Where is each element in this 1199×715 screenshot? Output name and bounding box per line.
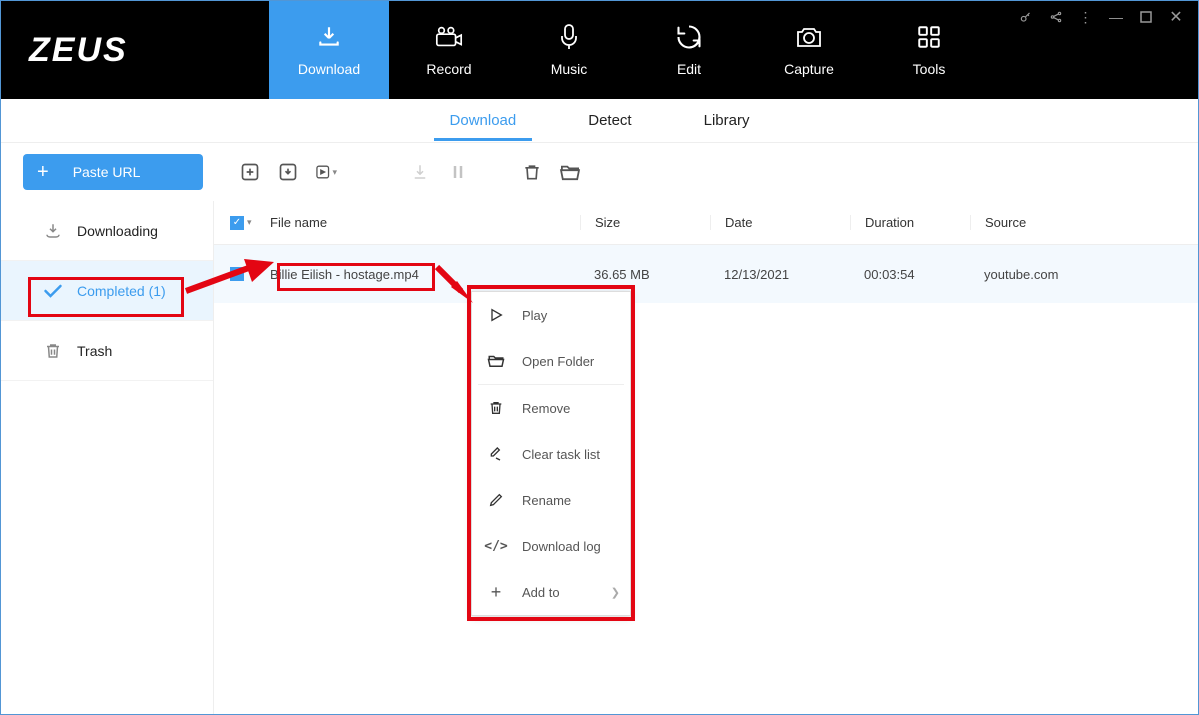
open-folder-icon[interactable] (559, 161, 581, 183)
sidebar-label: Trash (77, 343, 112, 359)
record-icon (434, 23, 464, 51)
table-row[interactable]: ✓ Billie Eilish - hostage.mp4 36.65 MB 1… (214, 245, 1198, 303)
add-icon: + (486, 582, 506, 603)
checkbox-checked-icon: ✓ (230, 267, 244, 281)
cell-size: 36.65 MB (580, 267, 710, 282)
nav-music[interactable]: Music (509, 1, 629, 99)
code-icon: </> (486, 539, 506, 554)
ctx-clear[interactable]: Clear task list (472, 431, 630, 477)
ctx-label: Add to (522, 585, 560, 600)
sub-tabs: Download Detect Library (1, 99, 1198, 143)
ctx-open-folder[interactable]: Open Folder (472, 338, 630, 384)
nav-edit[interactable]: Edit (629, 1, 749, 99)
col-source[interactable]: Source (970, 215, 1198, 230)
minimize-icon[interactable]: — (1108, 9, 1124, 25)
capture-icon (795, 23, 823, 51)
sidebar-downloading[interactable]: Downloading (1, 201, 213, 261)
tools-icon (916, 23, 942, 51)
col-filename[interactable]: File name (270, 215, 580, 230)
share-icon[interactable] (1048, 9, 1064, 25)
ctx-label: Rename (522, 493, 571, 508)
convert-icon[interactable]: ▾ (315, 161, 337, 183)
ctx-label: Download log (522, 539, 601, 554)
sidebar-trash[interactable]: Trash (1, 321, 213, 381)
start-icon[interactable] (409, 161, 431, 183)
sidebar-label: Downloading (77, 223, 158, 239)
remove-icon (486, 400, 506, 416)
window-controls: ⋮ — ✕ (1018, 9, 1184, 25)
more-icon[interactable]: ⋮ (1078, 9, 1094, 25)
close-icon[interactable]: ✕ (1168, 9, 1184, 25)
nav-record[interactable]: Record (389, 1, 509, 99)
ctx-add-to[interactable]: + Add to ❯ (472, 569, 630, 615)
subtab-download[interactable]: Download (446, 102, 521, 139)
cell-source: youtube.com (970, 267, 1198, 282)
nav-label: Record (426, 61, 471, 77)
checkbox-checked-icon: ✓ (230, 216, 244, 230)
nav-capture[interactable]: Capture (749, 1, 869, 99)
folder-icon (486, 354, 506, 368)
batch-add-icon[interactable] (239, 161, 261, 183)
nav-label: Edit (677, 61, 701, 77)
key-icon[interactable] (1018, 9, 1034, 25)
context-menu: Play Open Folder Remove Clear task list … (471, 291, 631, 616)
batch-download-icon[interactable] (277, 161, 299, 183)
sidebar-completed[interactable]: Completed (1) (1, 261, 213, 321)
nav-download[interactable]: Download (269, 1, 389, 99)
ctx-log[interactable]: </> Download log (472, 523, 630, 569)
ctx-label: Play (522, 308, 547, 323)
trash-icon (43, 341, 63, 361)
download-icon (316, 23, 342, 51)
ctx-label: Remove (522, 401, 570, 416)
rename-icon (486, 492, 506, 508)
clear-icon (486, 446, 506, 462)
ctx-rename[interactable]: Rename (472, 477, 630, 523)
app-logo: ZEUS (1, 1, 269, 99)
paste-url-label: Paste URL (73, 164, 141, 180)
top-nav-bar: ZEUS Download Record Music Edit Capture (1, 1, 1198, 99)
nav-label: Tools (913, 61, 946, 77)
subtab-library[interactable]: Library (700, 102, 754, 139)
nav-label: Capture (784, 61, 834, 77)
downloading-icon (43, 221, 63, 241)
row-checkbox[interactable]: ✓ (214, 267, 270, 281)
chevron-down-icon: ▾ (247, 217, 252, 228)
cell-date: 12/13/2021 (710, 267, 850, 282)
delete-icon[interactable] (521, 161, 543, 183)
ctx-remove[interactable]: Remove (472, 385, 630, 431)
play-icon (486, 307, 506, 323)
cell-filename: Billie Eilish - hostage.mp4 (270, 267, 580, 282)
ctx-label: Open Folder (522, 354, 594, 369)
select-all-checkbox[interactable]: ✓ ▾ (214, 216, 270, 230)
maximize-icon[interactable] (1138, 9, 1154, 25)
col-date[interactable]: Date (710, 215, 850, 230)
content-area: ✓ ▾ File name Size Date Duration Source … (214, 201, 1198, 714)
cell-duration: 00:03:54 (850, 267, 970, 282)
nav-tools[interactable]: Tools (869, 1, 989, 99)
ctx-label: Clear task list (522, 447, 600, 462)
pause-icon[interactable] (447, 161, 469, 183)
completed-icon (43, 281, 63, 301)
nav-label: Music (551, 61, 588, 77)
col-duration[interactable]: Duration (850, 215, 970, 230)
music-icon (557, 23, 581, 51)
paste-url-button[interactable]: + Paste URL (23, 154, 203, 190)
ctx-play[interactable]: Play (472, 292, 630, 338)
nav-label: Download (298, 61, 360, 77)
subtab-detect[interactable]: Detect (584, 102, 635, 139)
edit-icon (675, 23, 703, 51)
chevron-right-icon: ❯ (611, 586, 620, 599)
plus-icon: + (37, 162, 49, 182)
sidebar: Downloading Completed (1) Trash (1, 201, 214, 714)
col-size[interactable]: Size (580, 215, 710, 230)
sidebar-label: Completed (1) (77, 283, 166, 299)
toolbar: + Paste URL ▾ (1, 143, 1198, 201)
table-header: ✓ ▾ File name Size Date Duration Source (214, 201, 1198, 245)
